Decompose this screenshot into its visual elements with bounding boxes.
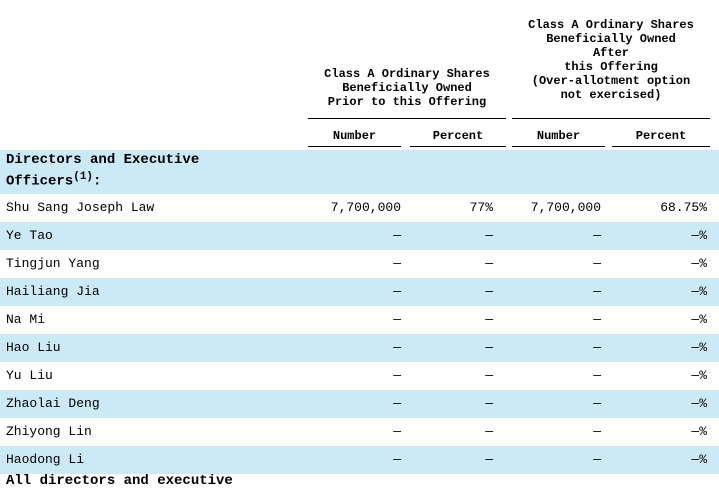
percent-prior: — [485, 340, 493, 355]
percent-after: —% [691, 424, 707, 439]
table-row: Haodong Li — — — —% [0, 446, 719, 474]
shares-after: — [593, 452, 601, 467]
subheader-rule-2 [410, 146, 506, 147]
subheader-rule-1 [308, 146, 401, 147]
table-row: Hao Liu — — — —% [0, 334, 719, 362]
header-rule-after [512, 118, 710, 119]
percent-after: —% [691, 312, 707, 327]
table-row: Ye Tao — — — —% [0, 222, 719, 250]
subheader-number-prior: Number [332, 129, 377, 143]
percent-prior: — [485, 396, 493, 411]
shares-after: — [593, 312, 601, 327]
shares-prior: 7,700,000 [330, 200, 401, 215]
shares-after: — [593, 228, 601, 243]
footnote-marker: (1) [73, 171, 94, 183]
shares-after: — [593, 368, 601, 383]
shares-after: — [593, 424, 601, 439]
table-row: Zhaolai Deng — — — —% [0, 390, 719, 418]
holder-name: Hailiang Jia [6, 284, 100, 299]
subheader-rule-3 [512, 146, 605, 147]
shares-prior: — [393, 368, 401, 383]
holder-name: Na Mi [6, 312, 46, 327]
shares-prior: — [393, 340, 401, 355]
percent-prior: — [485, 368, 493, 383]
percent-after: —% [691, 256, 707, 271]
percent-after: —% [691, 452, 707, 467]
section-title: Directors and Executive Officers(1): [6, 152, 199, 191]
shares-prior: — [393, 396, 401, 411]
percent-after: —% [691, 228, 707, 243]
percent-prior: — [485, 452, 493, 467]
section-title-suffix: : [93, 173, 102, 190]
percent-prior: — [485, 228, 493, 243]
holder-name: Shu Sang Joseph Law [6, 200, 155, 215]
section-title-text: Directors and Executive Officers [6, 152, 200, 190]
shares-after: — [593, 256, 601, 271]
header-rule-prior [308, 118, 506, 119]
subheader-rule-4 [612, 146, 710, 147]
percent-prior: 77% [469, 200, 493, 215]
shares-after: — [593, 284, 601, 299]
subheader-percent-prior: Percent [432, 129, 484, 143]
holder-name: Zhiyong Lin [6, 424, 92, 439]
shares-after: 7,700,000 [530, 200, 601, 215]
holder-name: Yu Liu [6, 368, 53, 383]
shares-prior: — [393, 312, 401, 327]
subheader-number-after: Number [536, 129, 581, 143]
table-row: Yu Liu — — — —% [0, 362, 719, 390]
section-row: Directors and Executive Officers(1): [0, 150, 719, 194]
table-body: Directors and Executive Officers(1): Shu … [0, 150, 719, 474]
percent-after: —% [691, 284, 707, 299]
shares-prior: — [393, 284, 401, 299]
holder-name: Tingjun Yang [6, 256, 100, 271]
subheader-percent-after: Percent [635, 129, 687, 143]
holder-name: Zhaolai Deng [6, 396, 100, 411]
percent-prior: — [485, 284, 493, 299]
holder-name: Haodong Li [6, 452, 85, 467]
holder-name: Ye Tao [6, 228, 53, 243]
table-row: Zhiyong Lin — — — —% [0, 418, 719, 446]
percent-after: —% [691, 340, 707, 355]
shares-prior: — [393, 228, 401, 243]
percent-after: 68.75% [660, 200, 707, 215]
shares-prior: — [393, 424, 401, 439]
percent-prior: — [485, 424, 493, 439]
table-row: Shu Sang Joseph Law 7,700,000 77% 7,700,000… [0, 194, 719, 222]
table-row: Tingjun Yang — — — —% [0, 250, 719, 278]
holder-name: Hao Liu [6, 340, 61, 355]
ownership-table: Class A Ordinary Shares Beneficially Owne… [0, 0, 719, 489]
header-after-offering: Class A Ordinary Shares Beneficially Owne… [528, 18, 694, 102]
table-row: Hailiang Jia — — — —% [0, 278, 719, 306]
percent-prior: — [485, 256, 493, 271]
percent-after: —% [691, 368, 707, 383]
percent-prior: — [485, 312, 493, 327]
table-row: Na Mi — — — —% [0, 306, 719, 334]
shares-after: — [593, 396, 601, 411]
shares-prior: — [393, 452, 401, 467]
shares-prior: — [393, 256, 401, 271]
shares-after: — [593, 340, 601, 355]
cut-off-row-text: All directors and executive [6, 473, 233, 489]
header-prior-offering: Class A Ordinary Shares Beneficially Owne… [324, 67, 490, 109]
percent-after: —% [691, 396, 707, 411]
